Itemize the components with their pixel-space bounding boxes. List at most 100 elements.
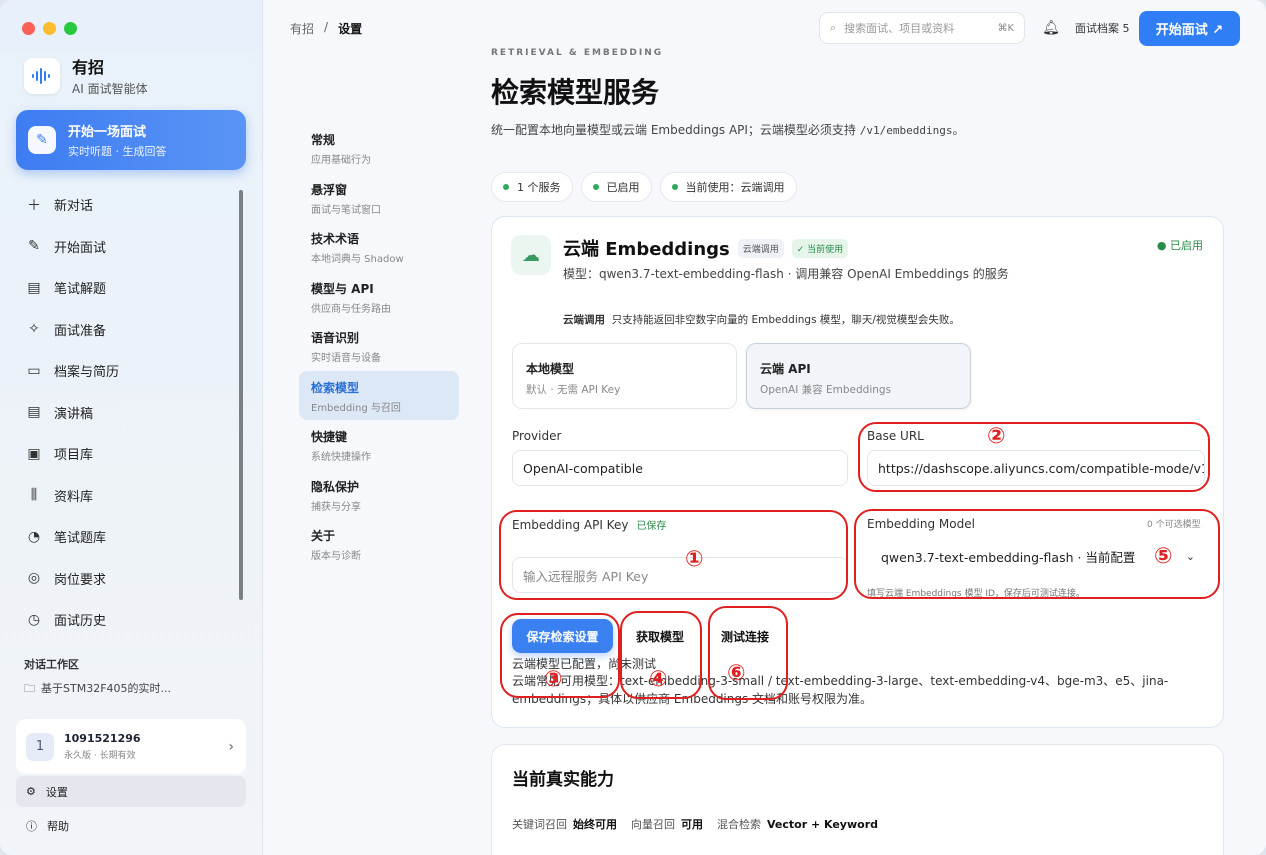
option-title: 本地模型 — [526, 362, 575, 376]
hint-bold: 云端调用 — [563, 314, 605, 326]
interview-archive-link[interactable]: 面试档案 5 — [1075, 20, 1130, 36]
annotation-box-6 — [708, 606, 788, 700]
search-input[interactable]: ⌕ 搜索面试、项目或资料 ⌘K — [819, 12, 1025, 44]
tab-subtitle: 版本与诊断 — [311, 551, 361, 562]
bell-icon[interactable]: 🔔︎ — [1037, 12, 1065, 44]
breadcrumb-separator: / — [324, 20, 329, 34]
close-window-button[interactable] — [22, 22, 35, 35]
search-shortcut: ⌘K — [997, 22, 1014, 34]
status-badge: 当前使用：云端调用 — [659, 172, 797, 202]
tab-title: 技术术语 — [311, 232, 360, 246]
search-placeholder: 搜索面试、项目或资料 — [844, 22, 955, 35]
current-tag: ✓ 当前使用 — [791, 238, 849, 258]
sidebar-item-label: 笔试解题 — [54, 282, 107, 298]
annotation-number-3: ③ — [544, 667, 563, 692]
main-area: 有招 / 设置 ⌕ 搜索面试、项目或资料 ⌘K 🔔︎ 面试档案 5 开始面试 ↗… — [263, 0, 1266, 855]
tab-shortcuts[interactable]: 快捷键 系统快捷操作 — [299, 420, 459, 470]
app-window: 有招 AI 面试智能体 ✎ 开始一场面试 实时听题 · 生成回答 ＋ 新对话 ✎ 开… — [0, 0, 1266, 855]
topbar: 有招 / 设置 ⌕ 搜索面试、项目或资料 ⌘K 🔔︎ 面试档案 5 开始面试 ↗ — [263, 0, 1266, 55]
page-eyebrow: RETRIEVAL & EMBEDDING — [491, 48, 664, 58]
gear-icon: ⚙ — [26, 785, 36, 798]
sidebar-item-resume[interactable]: ▭ 档案与简历 — [16, 350, 234, 392]
sidebar-item-label: 面试历史 — [54, 614, 107, 630]
target-icon: ◎ — [27, 570, 41, 587]
user-plan: 永久版 · 长期有效 — [64, 751, 136, 761]
waveform-logo-icon — [24, 57, 60, 94]
enabled-status: ● 已启用 — [1156, 239, 1203, 252]
tab-terminology[interactable]: 技术术语 本地词典与 Shadow — [299, 222, 459, 272]
sidebar-item-label: 演讲稿 — [54, 406, 94, 422]
library-icon: ⫼ — [30, 487, 38, 504]
window-controls — [22, 22, 77, 35]
sidebar-item-question-bank[interactable]: ◔ 笔试题库 — [16, 516, 234, 558]
page-title: 检索模型服务 — [491, 76, 660, 109]
tab-title: 模型与 API — [311, 281, 374, 296]
capability-value: 可用 — [681, 818, 703, 831]
tab-models-api[interactable]: 模型与 API 供应商与任务路由 — [299, 272, 459, 322]
sidebar-item-job-requirements[interactable]: ◎ 岗位要求 — [16, 558, 234, 600]
desc-text: 统一配置本地向量模型或云端 Embeddings API；云端模型必须支持 — [491, 123, 860, 137]
plus-icon: ＋ — [27, 197, 41, 214]
gauge-icon: ◔ — [27, 528, 41, 545]
tab-subtitle: 捕获与分享 — [311, 501, 361, 513]
start-interview-card[interactable]: ✎ 开始一场面试 实时听题 · 生成回答 — [16, 110, 246, 170]
user-card[interactable]: 1 1091521296 永久版 · 长期有效 › — [16, 719, 246, 774]
annotation-number-5: ⑤ — [1154, 544, 1173, 569]
breadcrumb-root[interactable]: 有招 — [290, 20, 314, 37]
tab-title: 常规 — [311, 133, 336, 147]
capability-card: 当前真实能力 关键词召回 始终可用 向量召回 可用 混合检索 Vector + Key… — [491, 744, 1224, 855]
sidebar-item-written-test[interactable]: ▤ 笔试解题 — [16, 267, 234, 309]
sidebar-scroll-thumb[interactable] — [239, 190, 243, 600]
tab-retrieval-model[interactable]: 检索模型 Embedding 与召回 — [299, 370, 459, 420]
help-button[interactable]: ⓘ 帮助 — [16, 810, 246, 841]
clock-icon: ◷ — [27, 611, 41, 628]
sidebar-item-speech[interactable]: ▤ 演讲稿 — [16, 392, 234, 434]
tab-speech-recognition[interactable]: 语音识别 实时语音与设备 — [299, 321, 459, 371]
annotation-number-4: ④ — [649, 667, 668, 692]
brand: 有招 AI 面试智能体 — [24, 54, 148, 97]
sidebar-item-label: 开始面试 — [54, 240, 107, 256]
hint-text: 只支持能返回非空数字向量的 Embeddings 模型，聊天/视觉模型会失败。 — [611, 314, 960, 326]
document-icon: ▤ — [27, 404, 41, 421]
minimize-window-button[interactable] — [43, 22, 56, 35]
tab-about[interactable]: 关于 版本与诊断 — [299, 519, 459, 569]
sidebar-item-projects[interactable]: ▣ 项目库 — [16, 433, 234, 475]
maximize-window-button[interactable] — [64, 22, 77, 35]
sparkle-icon: ✧ — [28, 321, 40, 338]
sidebar-scrollbar[interactable] — [238, 184, 244, 694]
sidebar-nav: ＋新对话 ✎ 开始面试 ▤ 笔试解题 ✧ 面试准备 ▭ 档案与简历 ▤ 演讲稿 ▣ 项目库 … — [16, 184, 234, 641]
search-icon: ⌕ — [830, 21, 837, 34]
start-card-subtitle: 实时听题 · 生成回答 — [68, 145, 167, 158]
status-dot-icon — [671, 184, 678, 190]
sidebar-item-prep[interactable]: ✧ 面试准备 — [16, 309, 234, 351]
tab-floating-window[interactable]: 悬浮窗 面试与笔试窗口 — [299, 173, 459, 223]
sidebar-item-label: 项目库 — [54, 448, 94, 464]
sidebar-item-start-interview[interactable]: ✎ 开始面试 — [16, 226, 234, 268]
sidebar-item-label: 岗位要求 — [54, 572, 107, 588]
status-dot-icon — [592, 184, 599, 190]
capability-row: 关键词召回 始终可用 向量召回 可用 混合检索 Vector + Keyword — [512, 816, 878, 832]
card-title-text: 云端 Embeddings — [563, 239, 730, 260]
start-card-title: 开始一场面试 — [68, 125, 147, 140]
tab-title: 隐私保护 — [311, 479, 360, 494]
settings-subnav: 常规 应用基础行为 悬浮窗 面试与笔试窗口 技术术语 本地词典与 Shadow 模型与… — [299, 123, 459, 569]
sidebar-item-library[interactable]: ⫼ 资料库 — [16, 475, 234, 517]
settings-button[interactable]: ⚙ 设置 — [16, 776, 246, 807]
pill-label: 已启用 — [606, 181, 640, 194]
workspace-item[interactable]: 🗀 基于STM32F405的实时... — [24, 680, 171, 699]
local-model-option[interactable]: 本地模型 默认 · 无需 API Key — [512, 343, 737, 409]
sidebar-item-history[interactable]: ◷ 面试历史 — [16, 599, 234, 641]
provider-field[interactable]: OpenAI-compatible — [512, 450, 848, 486]
tab-subtitle: 系统快捷操作 — [311, 452, 371, 463]
start-interview-button[interactable]: 开始面试 ↗ — [1139, 11, 1240, 46]
help-icon: ⓘ — [26, 819, 37, 833]
sidebar-item-new-chat[interactable]: ＋ 新对话 — [16, 184, 234, 226]
cloud-api-option[interactable]: 云端 API OpenAI 兼容 Embeddings — [746, 343, 971, 409]
tab-privacy[interactable]: 隐私保护 捕获与分享 — [299, 470, 459, 520]
tab-general[interactable]: 常规 应用基础行为 — [299, 123, 459, 173]
settings-label: 设置 — [45, 785, 68, 799]
capability-item: 关键词召回 始终可用 — [512, 816, 617, 832]
status-badge: 1 个服务 — [491, 172, 573, 202]
tab-subtitle: 面试与笔试窗口 — [311, 204, 381, 216]
mode-tag: 云端调用 — [737, 238, 784, 258]
